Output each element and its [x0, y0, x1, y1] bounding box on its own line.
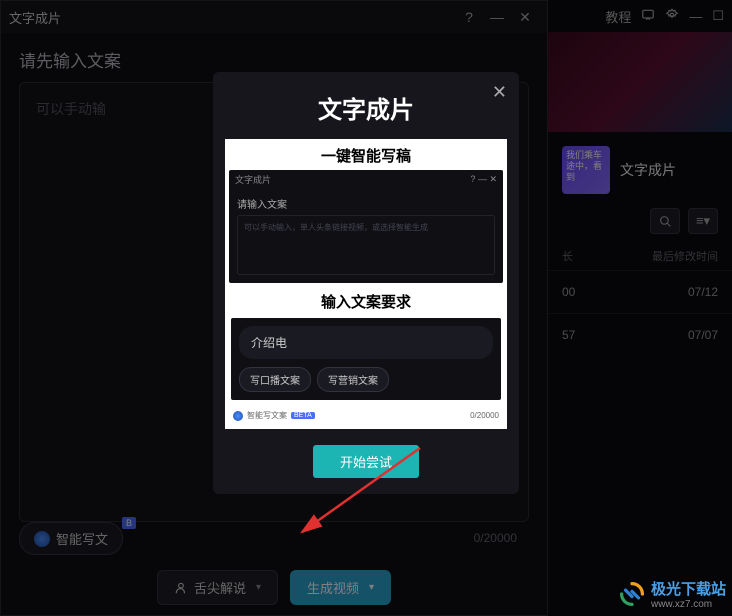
sparkle-icon: [233, 411, 243, 421]
list-headers: 长 最后修改时间: [548, 234, 732, 270]
start-try-button[interactable]: 开始尝试: [313, 445, 419, 478]
mini-window-preview: 文字成片 ? — ✕ 请输入文案 可以手动输入，单人头条链接视频，或选择智能生成: [229, 170, 503, 283]
mini-input-frame: 介绍电 写口播文案 写营销文案: [229, 316, 503, 402]
list-row[interactable]: 00 07/12: [548, 270, 732, 313]
row-date: 07/12: [688, 285, 718, 299]
preview-heading-1: 一键智能写稿: [225, 139, 507, 170]
watermark: 极光下载站 www.xz7.com: [619, 578, 726, 610]
settings-icon[interactable]: [665, 8, 679, 25]
mini-title: 文字成片: [235, 173, 271, 186]
intro-modal: ✕ 文字成片 一键智能写稿 文字成片 ? — ✕ 请输入文案 可以手动输入，单人…: [213, 72, 519, 494]
generate-label: 生成视频: [307, 578, 359, 597]
mini-prompt: 请输入文案: [237, 196, 495, 211]
generate-video-button[interactable]: 生成视频 ▾: [290, 570, 391, 605]
prompt-title: 请先输入文案: [19, 47, 529, 72]
card-thumbnail: 我们乘车途中，看到: [562, 146, 610, 194]
modal-close-button[interactable]: ✕: [492, 82, 507, 103]
close-icon[interactable]: ✕: [511, 3, 539, 31]
list-row[interactable]: 57 07/07: [548, 313, 732, 356]
placeholder-text: 可以手动输: [36, 101, 106, 117]
maximize-icon[interactable]: ☐: [712, 8, 724, 24]
row-duration: 57: [562, 328, 575, 342]
mini-minimize-icon: —: [478, 174, 487, 184]
tutorial-link[interactable]: 教程: [605, 7, 631, 26]
titlebar: 文字成片 ? — ✕: [1, 1, 547, 33]
bottom-chip-row: 智能写文 B: [19, 522, 123, 555]
modal-title: 文字成片: [213, 72, 519, 139]
modal-preview: 一键智能写稿 文字成片 ? — ✕ 请输入文案 可以手动输入，单人头条链接视频，…: [225, 139, 507, 429]
narrator-select[interactable]: 舌尖解说 ▾: [157, 570, 278, 605]
smart-write-chip[interactable]: 智能写文 B: [19, 522, 123, 555]
mini-placeholder: 可以手动输入，单人头条链接视频，或选择智能生成: [237, 215, 495, 275]
mini-tag-2: 写营销文案: [317, 367, 389, 392]
search-button[interactable]: [650, 208, 680, 234]
preview-heading-2: 输入文案要求: [225, 283, 507, 316]
char-counter: 0/20000: [474, 531, 517, 545]
row-duration: 00: [562, 285, 575, 299]
mini-beta-badge: BETA: [291, 412, 315, 419]
chevron-down-icon: ▾: [369, 582, 374, 593]
chat-icon[interactable]: [641, 8, 655, 25]
chevron-down-icon: ▾: [256, 582, 261, 593]
mini-close-icon: ✕: [489, 174, 497, 185]
bottom-toolbar: 舌尖解说 ▾ 生成视频 ▾: [157, 570, 391, 605]
feature-card[interactable]: 我们乘车途中，看到 文字成片: [562, 146, 718, 194]
sort-button[interactable]: ≡▾: [688, 208, 718, 234]
smart-write-label: 智能写文: [56, 529, 108, 548]
right-toolbar: ≡▾: [548, 208, 732, 234]
watermark-url: www.xz7.com: [651, 599, 726, 610]
mini-help-icon: ?: [470, 174, 475, 184]
mini-titlebar: 文字成片 ? — ✕: [229, 170, 503, 188]
mini-counter: 0/20000: [470, 411, 499, 420]
watermark-logo: [619, 581, 645, 607]
sort-icon: ≡▾: [696, 213, 710, 229]
sparkle-icon: [34, 531, 50, 547]
mini-tag-1: 写口播文案: [239, 367, 311, 392]
help-icon[interactable]: ?: [455, 3, 483, 31]
hero-banner: [548, 32, 732, 132]
col-duration: 长: [562, 248, 573, 264]
mini-bottom-bar: 智能写文案 BETA 0/20000: [225, 406, 507, 425]
card-label: 文字成片: [620, 160, 676, 180]
row-date: 07/07: [688, 328, 718, 342]
mini-tag-row: 写口播文案 写营销文案: [239, 367, 493, 392]
col-modified: 最后修改时间: [652, 248, 718, 264]
narrator-label: 舌尖解说: [194, 578, 246, 597]
watermark-name: 极光下载站: [651, 581, 726, 598]
minimize-icon[interactable]: —: [689, 9, 702, 24]
user-icon: [174, 581, 188, 595]
minimize-icon[interactable]: —: [483, 3, 511, 31]
search-icon: [659, 215, 672, 228]
right-panel: 教程 — ☐ 我们乘车途中，看到 文字成片 ≡▾ 长 最后修改时间 00 07/…: [548, 0, 732, 616]
beta-badge: B: [122, 517, 136, 529]
mini-text-input: 介绍电: [239, 326, 493, 359]
right-titlebar: 教程 — ☐: [548, 0, 732, 32]
window-title: 文字成片: [9, 8, 61, 27]
mini-smart-label: 智能写文案: [247, 410, 287, 421]
